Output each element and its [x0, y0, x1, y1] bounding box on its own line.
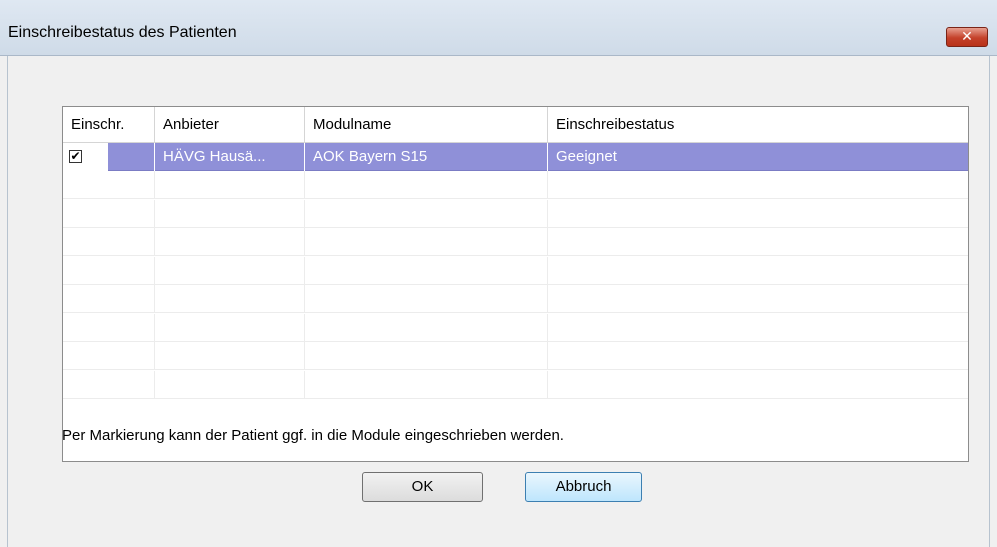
- ok-button[interactable]: OK: [362, 472, 483, 502]
- table-row-empty: [63, 199, 968, 228]
- column-header-einschr[interactable]: Einschr.: [63, 107, 155, 142]
- column-header-einschreibestatus[interactable]: Einschreibestatus: [548, 107, 968, 142]
- table-row-empty: [63, 313, 968, 342]
- cancel-button[interactable]: Abbruch: [525, 472, 642, 502]
- table-cell-empty: [63, 256, 155, 285]
- table-cell-empty: [548, 314, 968, 342]
- table-cell-empty: [548, 171, 968, 199]
- table-row-empty: [63, 342, 968, 370]
- table-header: Einschr. Anbieter Modulname Einschreibes…: [63, 107, 968, 143]
- table-row-empty: [63, 285, 968, 313]
- column-header-modulname[interactable]: Modulname: [305, 107, 548, 142]
- table-cell-empty: [305, 171, 548, 199]
- dialog-client-area: Einschr. Anbieter Modulname Einschreibes…: [7, 56, 990, 547]
- table-cell-empty: [548, 342, 968, 370]
- title-bar[interactable]: Einschreibestatus des Patienten ✕: [0, 0, 997, 56]
- table-cell-empty: [155, 370, 305, 399]
- close-button[interactable]: ✕: [946, 27, 988, 47]
- table-cell-empty: [305, 370, 548, 399]
- table-cell-empty: [155, 313, 305, 342]
- table-cell-empty: [63, 228, 155, 256]
- column-header-anbieter[interactable]: Anbieter: [155, 107, 305, 142]
- table-cell-empty: [155, 228, 305, 256]
- info-text: Per Markierung kann der Patient ggf. in …: [62, 427, 564, 444]
- close-icon: ✕: [961, 29, 973, 45]
- table-cell-empty: [63, 342, 155, 370]
- table-cell-empty: [305, 342, 548, 370]
- table-row-empty: [63, 256, 968, 285]
- table-cell-empty: [63, 171, 155, 199]
- table-row-empty: [63, 228, 968, 256]
- window-title: Einschreibestatus des Patienten: [8, 24, 237, 41]
- table-cell-empty: [548, 228, 968, 256]
- table-cell-empty: [155, 285, 305, 313]
- selection-spacer: [108, 143, 155, 171]
- table-cell-empty: [155, 171, 305, 199]
- table-cell-empty: [305, 313, 548, 342]
- checkbox-checked-icon[interactable]: ✔: [69, 150, 82, 163]
- table-cell-empty: [155, 342, 305, 370]
- table-cell-empty: [305, 256, 548, 285]
- table-cell-empty: [548, 285, 968, 313]
- table-row-empty: [63, 171, 968, 199]
- table-cell-empty: [548, 257, 968, 285]
- table-cell-empty: [155, 199, 305, 228]
- table-cell-empty: [63, 313, 155, 342]
- table-cell-empty: [548, 200, 968, 228]
- table-cell-empty: [63, 199, 155, 228]
- enrollment-table: Einschr. Anbieter Modulname Einschreibes…: [62, 106, 969, 462]
- table-cell-empty: [63, 370, 155, 399]
- table-cell-empty: [155, 256, 305, 285]
- dialog-window: Einschreibestatus des Patienten ✕ Einsch…: [0, 0, 997, 547]
- table-cell-empty: [305, 228, 548, 256]
- table-cell-empty: [305, 199, 548, 228]
- cell-status: Geeignet: [556, 148, 617, 165]
- cell-modulname: AOK Bayern S15: [305, 143, 548, 171]
- table-cell-empty: [63, 285, 155, 313]
- table-row-empty: [63, 370, 968, 399]
- cell-anbieter: HÄVG Hausä...: [155, 143, 305, 171]
- table-row[interactable]: ✔ HÄVG Hausä... AOK Bayern S15 Geeignet: [63, 143, 968, 171]
- table-cell-empty: [305, 285, 548, 313]
- table-cell-empty: [548, 371, 968, 399]
